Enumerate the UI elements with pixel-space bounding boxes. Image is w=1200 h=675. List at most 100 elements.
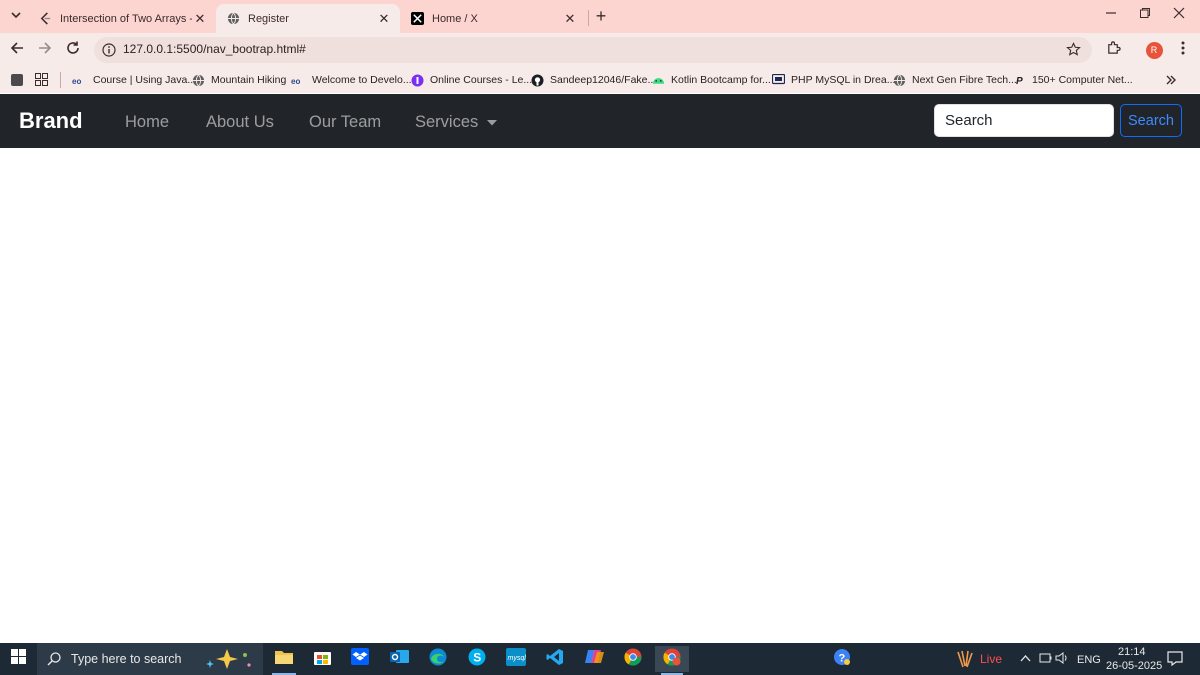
bookmarks-bar: eo Course | Using Java... Mountain Hikin… [0,67,1200,93]
apps-grid-icon[interactable] [35,73,48,91]
arrow-left-icon [10,41,24,60]
search-button[interactable]: Search [1120,104,1182,137]
android-icon [652,74,665,87]
coursera-icon: eo [291,74,306,87]
taskbar-search-placeholder: Type here to search [71,652,182,666]
caret-down-icon [487,119,498,126]
avatar: R [1145,41,1163,59]
back-button[interactable] [4,37,30,63]
show-hidden-icons-icon[interactable] [1020,653,1031,665]
screen-icon [772,74,785,87]
help-app[interactable]: ? [826,646,858,672]
p-icon: P [1013,74,1026,87]
chrome-profile-icon [663,648,681,671]
url-text[interactable]: 127.0.0.1:5500/nav_bootrap.html# [123,42,306,56]
bookmark-item[interactable]: eo Welcome to Develo... [291,71,412,89]
tab-title: Home / X [432,12,478,25]
nav-link-our-team[interactable]: Our Team [309,113,381,132]
volume-icon[interactable] [1055,652,1069,667]
tab-title: Intersection of Two Arrays - Lee [60,12,192,25]
battery-icon[interactable] [1039,652,1052,667]
edge-app[interactable] [422,646,454,672]
site-navbar: Brand Home About Us Our Team Services Se… [0,94,1200,148]
vscode-app[interactable] [539,646,571,672]
site-info-icon[interactable] [102,43,116,62]
clock-time[interactable]: 21:14 [1118,646,1146,658]
tab-search-button[interactable] [4,4,28,28]
bookmark-item[interactable]: PHP MySQL in Drea... [772,71,895,89]
x-logo-icon [410,12,424,26]
notifications-icon[interactable] [1167,651,1183,669]
skype-app[interactable]: S [461,646,493,672]
restore-button[interactable] [1132,2,1158,28]
globe-icon [226,12,240,26]
page-content [0,148,1200,643]
search-input[interactable] [934,104,1114,137]
minimize-button[interactable] [1098,2,1124,28]
taskbar-search-box[interactable]: Type here to search [37,643,263,675]
microsoft-store-app[interactable] [306,646,338,672]
coursera-icon: eo [72,74,87,87]
arrow-right-icon [38,41,52,60]
minimize-icon [1105,6,1117,24]
bookmark-item[interactable]: Mountain Hiking [192,71,286,89]
mysql-icon: mysql [506,647,526,671]
globe-icon [893,74,906,87]
copilot-app[interactable] [578,646,610,672]
dropbox-app[interactable] [344,646,376,672]
bookmark-item[interactable]: Kotlin Bootcamp for... [652,71,771,89]
bookmark-item[interactable]: Online Courses - Le... [411,71,532,89]
store-icon [313,649,331,670]
browser-tab-leetcode[interactable]: Intersection of Two Arrays - Lee ✕ [28,4,216,33]
search-icon [47,652,61,666]
address-bar[interactable]: 127.0.0.1:5500/nav_bootrap.html# [94,37,1092,63]
profile-button[interactable]: R [1141,37,1167,63]
bookmark-item[interactable]: eo Course | Using Java... [72,71,196,89]
chrome-icon [624,648,642,671]
live-widget[interactable]: Live [956,650,1002,668]
close-window-button[interactable] [1166,2,1192,28]
chevron-double-right-icon[interactable] [1165,73,1177,91]
folder-icon [275,649,293,669]
close-tab-icon[interactable]: ✕ [562,11,578,27]
bookmark-item[interactable]: Next Gen Fibre Tech... [893,71,1017,89]
puzzle-icon [1106,40,1121,60]
leetcode-icon [38,12,52,26]
bookmark-item[interactable]: P 150+ Computer Net... [1013,71,1133,89]
menu-button[interactable] [1170,37,1196,63]
bookmark-star-icon[interactable] [1066,42,1081,62]
purple-circle-icon [411,74,424,87]
reload-button[interactable] [60,37,86,63]
nav-link-home[interactable]: Home [125,113,169,132]
sparkle-icon [205,648,255,670]
close-tab-icon[interactable]: ✕ [376,11,392,27]
start-button[interactable] [0,643,37,675]
navbar-brand[interactable]: Brand [19,108,83,134]
nav-link-about-us[interactable]: About Us [206,113,274,132]
new-tab-button[interactable]: + [588,3,614,29]
flame-icon [956,650,974,668]
restore-icon [1139,6,1151,24]
language-indicator[interactable]: ENG [1077,654,1101,666]
nav-link-services: Services [415,113,479,131]
file-explorer-app[interactable] [268,646,300,675]
extensions-button[interactable] [1100,37,1126,63]
stop-square-icon[interactable] [11,73,23,91]
bookmark-item[interactable]: Sandeep12046/Fake... [531,71,656,89]
chrome-profile-app[interactable] [655,646,689,675]
clock-date[interactable]: 26-05-2025 [1106,660,1162,672]
chevron-down-icon [11,7,21,25]
browser-tab-register[interactable]: Register ✕ [216,4,400,33]
nav-dropdown-services[interactable]: Services [415,113,498,132]
svg-text:eo: eo [291,77,300,85]
mysql-app[interactable]: mysql [500,646,532,672]
copilot-icon [584,648,604,670]
chrome-app[interactable] [617,646,649,672]
outlook-app[interactable] [383,646,415,672]
github-icon [531,74,544,87]
close-icon [1173,6,1185,24]
browser-tab-x[interactable]: Home / X ✕ [400,4,586,33]
windows-taskbar: Type here to search S mysql ? Live ENG 2… [0,643,1200,675]
close-tab-icon[interactable]: ✕ [192,11,208,27]
forward-button[interactable] [32,37,58,63]
